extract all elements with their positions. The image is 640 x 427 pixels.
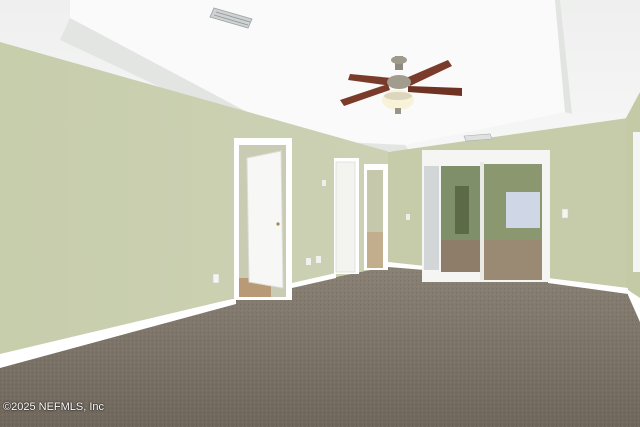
light-switch-icon	[561, 208, 569, 219]
outside-doorway	[455, 186, 469, 234]
outside-window	[506, 192, 540, 228]
right-window-edge	[633, 132, 640, 272]
power-outlet-mid	[306, 258, 311, 265]
light-switch-door	[406, 214, 410, 220]
outside-room-floor-right	[484, 240, 542, 280]
light-switch-small	[322, 180, 326, 186]
closed-door-middle	[335, 161, 356, 273]
open-door-left	[246, 150, 284, 289]
watermark: ©2025 NEFMLS, Inc	[3, 401, 105, 413]
power-outlet-mid-2	[316, 256, 321, 263]
sliding-door-divider	[480, 162, 484, 280]
power-outlet-icon	[212, 273, 220, 284]
curtain	[424, 166, 439, 270]
closet-floor	[367, 232, 383, 268]
outside-room-floor-left	[441, 240, 481, 272]
room-illustration	[0, 0, 640, 427]
room-photo	[0, 0, 640, 427]
door-handle-left	[276, 222, 280, 226]
